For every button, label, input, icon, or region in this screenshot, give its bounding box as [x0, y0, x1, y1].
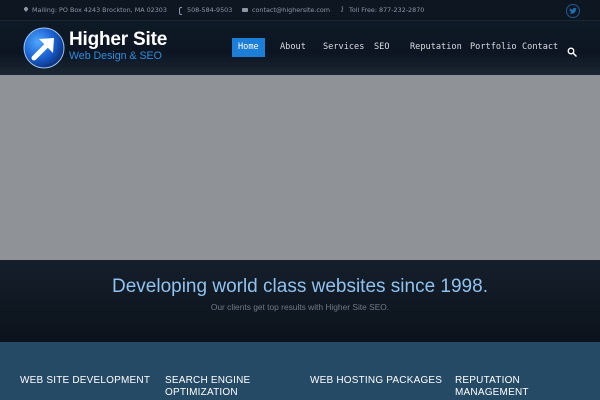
service-title[interactable]: SEARCH ENGINE: [165, 375, 250, 387]
hero-banner: [0, 75, 600, 260]
nav-seo[interactable]: SEO: [374, 38, 390, 57]
service-reputation[interactable]: REPUTATION MANAGEMENT: [455, 375, 529, 398]
phone-icon: [177, 6, 184, 15]
info-icon: [339, 5, 346, 14]
service-title[interactable]: WEB HOSTING PACKAGES: [310, 375, 442, 387]
twitter-icon[interactable]: [566, 4, 580, 18]
address-text: Mailing: PO Box 4243 Brockton, MA 02303: [32, 6, 167, 14]
phone-number[interactable]: 508-584-9503: [177, 5, 232, 15]
service-title-line2[interactable]: OPTIMIZATION: [165, 387, 250, 399]
nav-home[interactable]: Home: [232, 38, 265, 57]
service-title[interactable]: WEB SITE DEVELOPMENT: [20, 375, 150, 387]
logo-arrow-icon[interactable]: [23, 27, 65, 69]
envelope-icon: [242, 7, 249, 14]
logo-subtitle[interactable]: Web Design & SEO: [69, 50, 162, 62]
nav-contact[interactable]: Contact: [522, 38, 558, 57]
nav-about[interactable]: About: [280, 38, 306, 57]
nav-services[interactable]: Services: [323, 38, 364, 57]
tollfree-text[interactable]: Toll Free: 877-232-2870: [349, 6, 424, 14]
tagline-title: Developing world class websites since 19…: [112, 276, 488, 297]
tagline-band: [0, 260, 600, 342]
service-web-development[interactable]: WEB SITE DEVELOPMENT: [20, 375, 150, 387]
service-title[interactable]: REPUTATION: [455, 375, 529, 387]
search-icon[interactable]: [567, 42, 577, 57]
tagline-subtitle: Our clients get top results with Higher …: [210, 302, 390, 312]
email-link[interactable]: contact@highersite.com: [242, 5, 330, 15]
phone-text[interactable]: 508-584-9503: [187, 6, 232, 14]
service-title-line2[interactable]: MANAGEMENT: [455, 387, 529, 399]
nav-reputation[interactable]: Reputation: [410, 38, 462, 57]
map-pin-icon: [22, 7, 29, 14]
toll-free-number[interactable]: Toll Free: 877-232-2870: [339, 5, 424, 15]
service-seo[interactable]: SEARCH ENGINE OPTIMIZATION: [165, 375, 250, 398]
logo-title[interactable]: Higher Site: [69, 29, 167, 51]
email-text[interactable]: contact@highersite.com: [252, 6, 330, 14]
mailing-address: Mailing: PO Box 4243 Brockton, MA 02303: [22, 5, 167, 15]
top-info-bar: Mailing: PO Box 4243 Brockton, MA 02303 …: [0, 0, 600, 20]
nav-portfolio[interactable]: Portfolio: [470, 38, 517, 57]
service-web-hosting[interactable]: WEB HOSTING PACKAGES: [310, 375, 442, 387]
